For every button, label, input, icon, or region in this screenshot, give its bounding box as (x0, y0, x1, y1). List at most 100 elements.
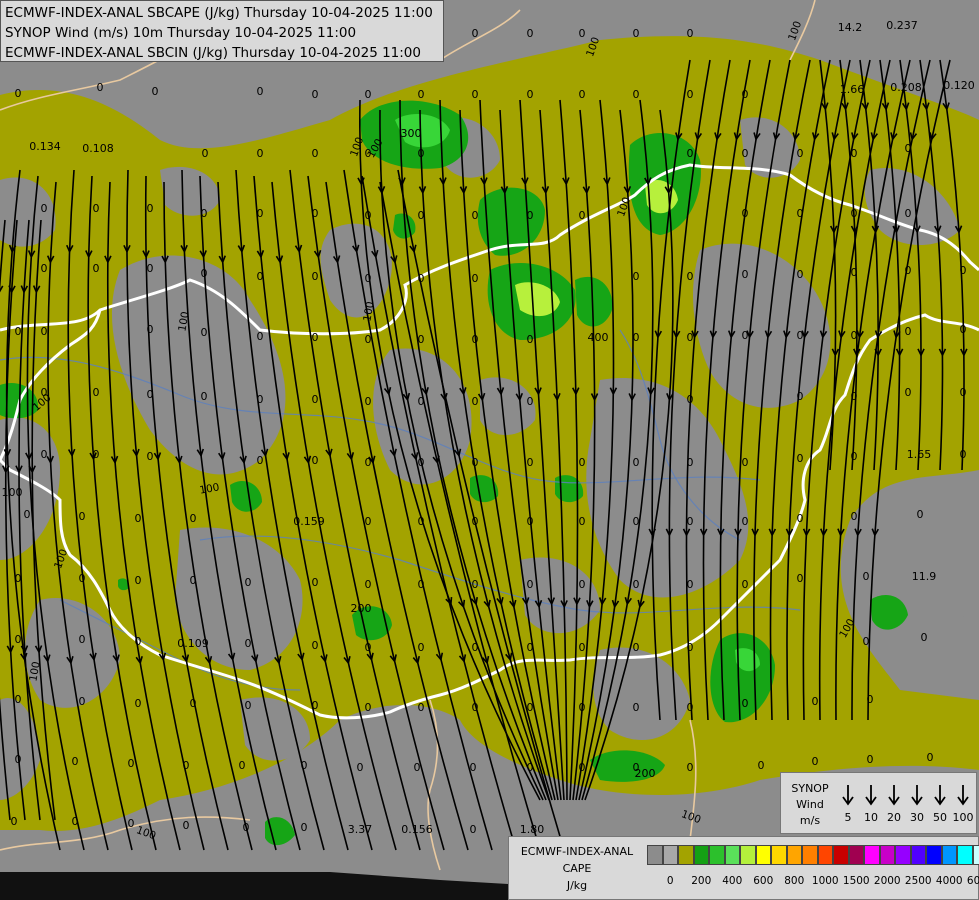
grid-value: 1.80 (520, 823, 545, 836)
cape-legend-title: ECMWF-INDEX-ANAL (520, 845, 634, 858)
grid-value: 0 (633, 331, 640, 344)
grid-value: 0 (312, 393, 319, 406)
grid-value: 200 (351, 602, 372, 615)
cape-color-swatch (740, 845, 756, 865)
grid-value: 0 (202, 147, 209, 160)
grid-value: 0 (960, 448, 967, 461)
cape-color-swatch (895, 845, 911, 865)
cape-legend-subtitle: CAPE (562, 862, 592, 875)
grid-value: 0 (41, 325, 48, 338)
grid-value: 0 (742, 329, 749, 342)
grid-value: 0 (687, 393, 694, 406)
grid-value: 0 (93, 262, 100, 275)
grid-value: 0 (687, 270, 694, 283)
cape-color-scale (647, 845, 979, 867)
grid-value: 0 (472, 272, 479, 285)
grid-value: 0 (797, 147, 804, 160)
grid-value: 0 (15, 693, 22, 706)
grid-value: 0.134 (29, 140, 61, 153)
grid-value: 0 (41, 262, 48, 275)
title-line-cin: ECMWF-INDEX-ANAL SBCIN (J/kg) Thursday 1… (5, 45, 421, 61)
cape-color-swatch (957, 845, 973, 865)
grid-value: 0 (93, 202, 100, 215)
grid-value: 0 (470, 761, 477, 774)
wind-speed-label: 20 (887, 811, 901, 824)
grid-value: 0 (418, 515, 425, 528)
grid-value: 0 (797, 390, 804, 403)
grid-value: 0 (147, 450, 154, 463)
grid-value: 0 (365, 701, 372, 714)
grid-value: 0 (15, 572, 22, 585)
grid-value: 0 (758, 759, 765, 772)
cape-color-swatch (817, 845, 833, 865)
grid-value: 0 (79, 572, 86, 585)
grid-value: 0 (742, 207, 749, 220)
grid-value: 0 (312, 576, 319, 589)
grid-value: 0 (183, 759, 190, 772)
grid-value: 0 (257, 454, 264, 467)
grid-value: 0 (418, 701, 425, 714)
grid-value: 0 (527, 333, 534, 346)
cape-tick-label: 2000 (873, 875, 901, 887)
grid-value: 0 (245, 699, 252, 712)
grid-value: 0 (418, 88, 425, 101)
grid-value: 0 (633, 270, 640, 283)
grid-value: 0 (257, 85, 264, 98)
grid-value: 0 (633, 515, 640, 528)
grid-value: 0 (243, 821, 250, 834)
grid-value: 0 (128, 757, 135, 770)
cape-color-swatch (678, 845, 694, 865)
cape-tick-label: 1500 (842, 875, 870, 887)
grid-value: 200 (635, 767, 656, 780)
grid-value: 0 (365, 395, 372, 408)
grid-value: 0 (365, 515, 372, 528)
synop-legend-title: SYNOP (791, 782, 829, 795)
grid-value: 0 (812, 755, 819, 768)
grid-value: 0 (472, 88, 479, 101)
cape-color-swatch (833, 845, 849, 865)
grid-value: 0 (742, 515, 749, 528)
grid-value: 0 (312, 270, 319, 283)
grid-value: 0 (418, 395, 425, 408)
grid-value: 0 (147, 323, 154, 336)
cape-color-swatch (879, 845, 895, 865)
grid-value: 0 (365, 88, 372, 101)
grid-value: 0 (201, 326, 208, 339)
grid-value: 0 (135, 574, 142, 587)
wind-barb-arrow-icon (906, 783, 928, 811)
grid-value: 0 (79, 633, 86, 646)
grid-value: 0 (797, 268, 804, 281)
grid-value: 0 (960, 323, 967, 336)
wind-speed-label: 50 (933, 811, 947, 824)
grid-value: 0 (527, 395, 534, 408)
grid-value: 0 (905, 325, 912, 338)
grid-value: 0 (72, 755, 79, 768)
grid-value: 0 (93, 386, 100, 399)
cape-tick-label: 4000 (935, 875, 963, 887)
grid-value: 0 (579, 701, 586, 714)
cape-color-swatch (724, 845, 740, 865)
grid-value: 0 (72, 815, 79, 828)
grid-value: 0 (41, 202, 48, 215)
grid-value: 100 (2, 486, 23, 499)
synop-legend-units: m/s (799, 814, 821, 827)
grid-value: 0 (867, 753, 874, 766)
grid-value: 0 (633, 641, 640, 654)
grid-value: 0.109 (177, 637, 209, 650)
cape-tick-label: 800 (784, 875, 805, 887)
grid-value: 0 (927, 751, 934, 764)
wind-barb-arrow-icon (929, 783, 951, 811)
grid-value: 0 (201, 390, 208, 403)
grid-value: 0 (742, 697, 749, 710)
grid-value: 0 (633, 27, 640, 40)
grid-value: 0 (312, 207, 319, 220)
grid-value: 0 (905, 386, 912, 399)
grid-value: 0 (687, 761, 694, 774)
cape-tick-label: 6000 (966, 875, 979, 887)
grid-value: 0 (579, 88, 586, 101)
grid-value: 0 (851, 450, 858, 463)
grid-value: 0 (633, 456, 640, 469)
grid-value: 0 (418, 272, 425, 285)
grid-value: 0 (312, 639, 319, 652)
grid-value: 0 (527, 701, 534, 714)
